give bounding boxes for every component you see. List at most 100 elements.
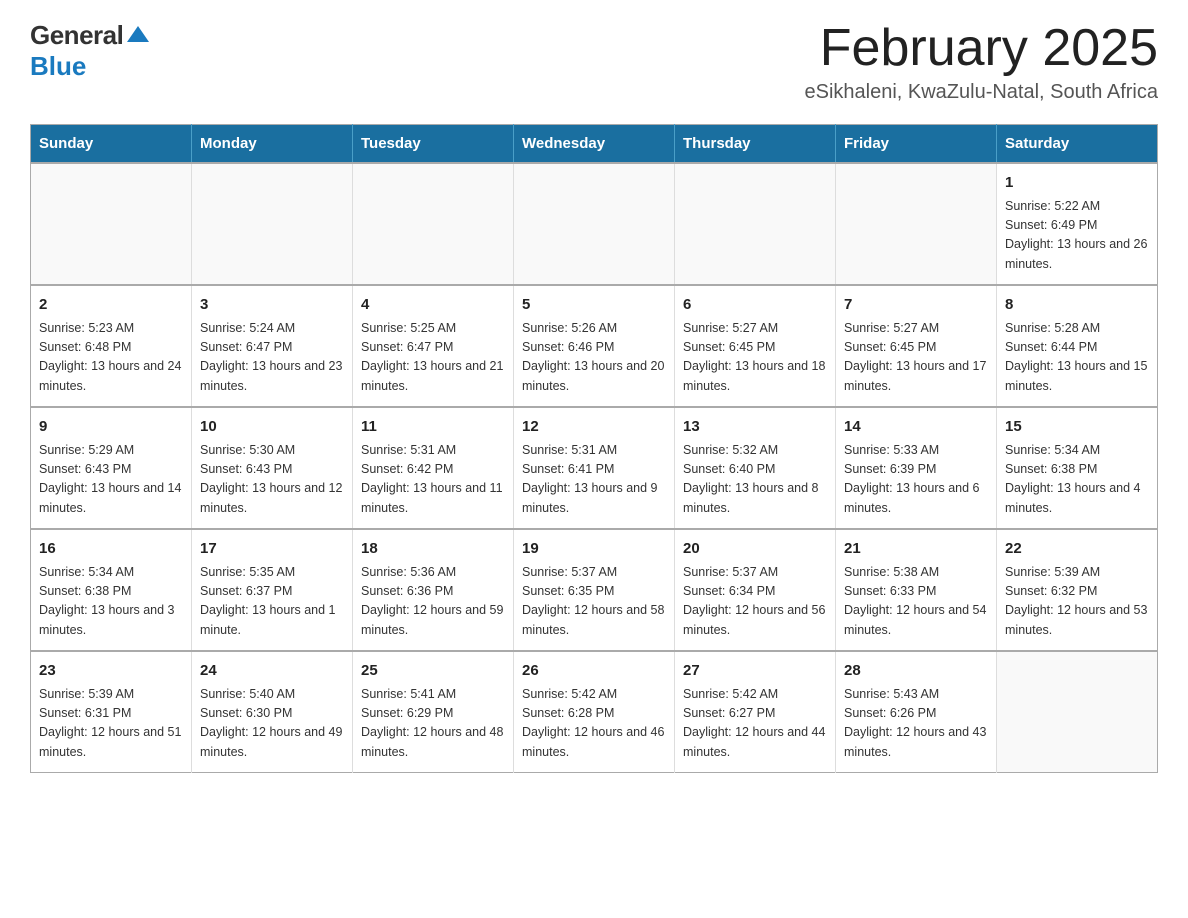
day-info: Sunrise: 5:23 AMSunset: 6:48 PMDaylight:… bbox=[39, 319, 183, 397]
day-number: 4 bbox=[361, 294, 505, 317]
calendar-header: Sunday Monday Tuesday Wednesday Thursday… bbox=[31, 125, 1158, 164]
calendar-day-cell: 26Sunrise: 5:42 AMSunset: 6:28 PMDayligh… bbox=[514, 651, 675, 773]
day-number: 24 bbox=[200, 660, 344, 683]
header-tuesday: Tuesday bbox=[353, 125, 514, 164]
logo-triangle-icon bbox=[127, 24, 149, 44]
day-number: 7 bbox=[844, 294, 988, 317]
calendar-day-cell: 9Sunrise: 5:29 AMSunset: 6:43 PMDaylight… bbox=[31, 407, 192, 529]
day-info: Sunrise: 5:31 AMSunset: 6:42 PMDaylight:… bbox=[361, 441, 505, 519]
calendar-day-cell bbox=[514, 163, 675, 285]
day-number: 1 bbox=[1005, 172, 1149, 195]
day-number: 9 bbox=[39, 416, 183, 439]
day-info: Sunrise: 5:38 AMSunset: 6:33 PMDaylight:… bbox=[844, 563, 988, 641]
day-number: 10 bbox=[200, 416, 344, 439]
day-info: Sunrise: 5:34 AMSunset: 6:38 PMDaylight:… bbox=[39, 563, 183, 641]
day-info: Sunrise: 5:31 AMSunset: 6:41 PMDaylight:… bbox=[522, 441, 666, 519]
day-number: 3 bbox=[200, 294, 344, 317]
calendar-day-cell: 22Sunrise: 5:39 AMSunset: 6:32 PMDayligh… bbox=[997, 529, 1158, 651]
calendar-week-1: 1Sunrise: 5:22 AMSunset: 6:49 PMDaylight… bbox=[31, 163, 1158, 285]
calendar-day-cell: 1Sunrise: 5:22 AMSunset: 6:49 PMDaylight… bbox=[997, 163, 1158, 285]
day-number: 5 bbox=[522, 294, 666, 317]
calendar-day-cell bbox=[353, 163, 514, 285]
calendar-day-cell: 14Sunrise: 5:33 AMSunset: 6:39 PMDayligh… bbox=[836, 407, 997, 529]
title-area: February 2025 eSikhaleni, KwaZulu-Natal,… bbox=[804, 20, 1158, 104]
calendar-day-cell: 21Sunrise: 5:38 AMSunset: 6:33 PMDayligh… bbox=[836, 529, 997, 651]
day-number: 17 bbox=[200, 538, 344, 561]
day-info: Sunrise: 5:24 AMSunset: 6:47 PMDaylight:… bbox=[200, 319, 344, 397]
calendar-day-cell: 25Sunrise: 5:41 AMSunset: 6:29 PMDayligh… bbox=[353, 651, 514, 773]
day-number: 26 bbox=[522, 660, 666, 683]
day-number: 15 bbox=[1005, 416, 1149, 439]
day-number: 22 bbox=[1005, 538, 1149, 561]
calendar-day-cell bbox=[675, 163, 836, 285]
calendar-day-cell: 4Sunrise: 5:25 AMSunset: 6:47 PMDaylight… bbox=[353, 285, 514, 407]
calendar-day-cell: 20Sunrise: 5:37 AMSunset: 6:34 PMDayligh… bbox=[675, 529, 836, 651]
month-title: February 2025 bbox=[804, 20, 1158, 77]
day-info: Sunrise: 5:42 AMSunset: 6:28 PMDaylight:… bbox=[522, 685, 666, 763]
calendar-table: Sunday Monday Tuesday Wednesday Thursday… bbox=[30, 124, 1158, 773]
day-info: Sunrise: 5:42 AMSunset: 6:27 PMDaylight:… bbox=[683, 685, 827, 763]
calendar-week-4: 16Sunrise: 5:34 AMSunset: 6:38 PMDayligh… bbox=[31, 529, 1158, 651]
day-number: 19 bbox=[522, 538, 666, 561]
day-info: Sunrise: 5:37 AMSunset: 6:35 PMDaylight:… bbox=[522, 563, 666, 641]
day-info: Sunrise: 5:33 AMSunset: 6:39 PMDaylight:… bbox=[844, 441, 988, 519]
day-info: Sunrise: 5:29 AMSunset: 6:43 PMDaylight:… bbox=[39, 441, 183, 519]
day-info: Sunrise: 5:37 AMSunset: 6:34 PMDaylight:… bbox=[683, 563, 827, 641]
day-number: 18 bbox=[361, 538, 505, 561]
day-number: 23 bbox=[39, 660, 183, 683]
day-info: Sunrise: 5:43 AMSunset: 6:26 PMDaylight:… bbox=[844, 685, 988, 763]
header-wednesday: Wednesday bbox=[514, 125, 675, 164]
day-info: Sunrise: 5:27 AMSunset: 6:45 PMDaylight:… bbox=[683, 319, 827, 397]
calendar-day-cell: 15Sunrise: 5:34 AMSunset: 6:38 PMDayligh… bbox=[997, 407, 1158, 529]
days-of-week-row: Sunday Monday Tuesday Wednesday Thursday… bbox=[31, 125, 1158, 164]
day-number: 14 bbox=[844, 416, 988, 439]
day-number: 12 bbox=[522, 416, 666, 439]
logo-general-text: General bbox=[30, 20, 123, 51]
calendar-day-cell bbox=[31, 163, 192, 285]
day-number: 20 bbox=[683, 538, 827, 561]
calendar-day-cell: 3Sunrise: 5:24 AMSunset: 6:47 PMDaylight… bbox=[192, 285, 353, 407]
calendar-day-cell: 24Sunrise: 5:40 AMSunset: 6:30 PMDayligh… bbox=[192, 651, 353, 773]
day-number: 28 bbox=[844, 660, 988, 683]
calendar-body: 1Sunrise: 5:22 AMSunset: 6:49 PMDaylight… bbox=[31, 163, 1158, 773]
day-number: 21 bbox=[844, 538, 988, 561]
calendar-day-cell: 19Sunrise: 5:37 AMSunset: 6:35 PMDayligh… bbox=[514, 529, 675, 651]
day-info: Sunrise: 5:28 AMSunset: 6:44 PMDaylight:… bbox=[1005, 319, 1149, 397]
calendar-day-cell bbox=[997, 651, 1158, 773]
day-number: 25 bbox=[361, 660, 505, 683]
day-info: Sunrise: 5:34 AMSunset: 6:38 PMDaylight:… bbox=[1005, 441, 1149, 519]
header-monday: Monday bbox=[192, 125, 353, 164]
day-number: 2 bbox=[39, 294, 183, 317]
calendar-week-5: 23Sunrise: 5:39 AMSunset: 6:31 PMDayligh… bbox=[31, 651, 1158, 773]
day-info: Sunrise: 5:41 AMSunset: 6:29 PMDaylight:… bbox=[361, 685, 505, 763]
header-friday: Friday bbox=[836, 125, 997, 164]
calendar-day-cell: 10Sunrise: 5:30 AMSunset: 6:43 PMDayligh… bbox=[192, 407, 353, 529]
day-number: 8 bbox=[1005, 294, 1149, 317]
calendar-day-cell: 27Sunrise: 5:42 AMSunset: 6:27 PMDayligh… bbox=[675, 651, 836, 773]
day-number: 13 bbox=[683, 416, 827, 439]
header-thursday: Thursday bbox=[675, 125, 836, 164]
day-number: 6 bbox=[683, 294, 827, 317]
calendar-day-cell: 11Sunrise: 5:31 AMSunset: 6:42 PMDayligh… bbox=[353, 407, 514, 529]
calendar-week-2: 2Sunrise: 5:23 AMSunset: 6:48 PMDaylight… bbox=[31, 285, 1158, 407]
calendar-day-cell bbox=[192, 163, 353, 285]
day-number: 27 bbox=[683, 660, 827, 683]
day-number: 16 bbox=[39, 538, 183, 561]
calendar-day-cell: 2Sunrise: 5:23 AMSunset: 6:48 PMDaylight… bbox=[31, 285, 192, 407]
day-info: Sunrise: 5:39 AMSunset: 6:32 PMDaylight:… bbox=[1005, 563, 1149, 641]
calendar-day-cell: 28Sunrise: 5:43 AMSunset: 6:26 PMDayligh… bbox=[836, 651, 997, 773]
day-info: Sunrise: 5:30 AMSunset: 6:43 PMDaylight:… bbox=[200, 441, 344, 519]
day-info: Sunrise: 5:25 AMSunset: 6:47 PMDaylight:… bbox=[361, 319, 505, 397]
calendar-week-3: 9Sunrise: 5:29 AMSunset: 6:43 PMDaylight… bbox=[31, 407, 1158, 529]
calendar-day-cell: 17Sunrise: 5:35 AMSunset: 6:37 PMDayligh… bbox=[192, 529, 353, 651]
calendar-day-cell: 16Sunrise: 5:34 AMSunset: 6:38 PMDayligh… bbox=[31, 529, 192, 651]
day-info: Sunrise: 5:36 AMSunset: 6:36 PMDaylight:… bbox=[361, 563, 505, 641]
logo: General Blue bbox=[30, 20, 149, 82]
day-info: Sunrise: 5:27 AMSunset: 6:45 PMDaylight:… bbox=[844, 319, 988, 397]
calendar-day-cell: 5Sunrise: 5:26 AMSunset: 6:46 PMDaylight… bbox=[514, 285, 675, 407]
day-info: Sunrise: 5:26 AMSunset: 6:46 PMDaylight:… bbox=[522, 319, 666, 397]
header-sunday: Sunday bbox=[31, 125, 192, 164]
calendar-day-cell: 12Sunrise: 5:31 AMSunset: 6:41 PMDayligh… bbox=[514, 407, 675, 529]
header-saturday: Saturday bbox=[997, 125, 1158, 164]
day-info: Sunrise: 5:39 AMSunset: 6:31 PMDaylight:… bbox=[39, 685, 183, 763]
